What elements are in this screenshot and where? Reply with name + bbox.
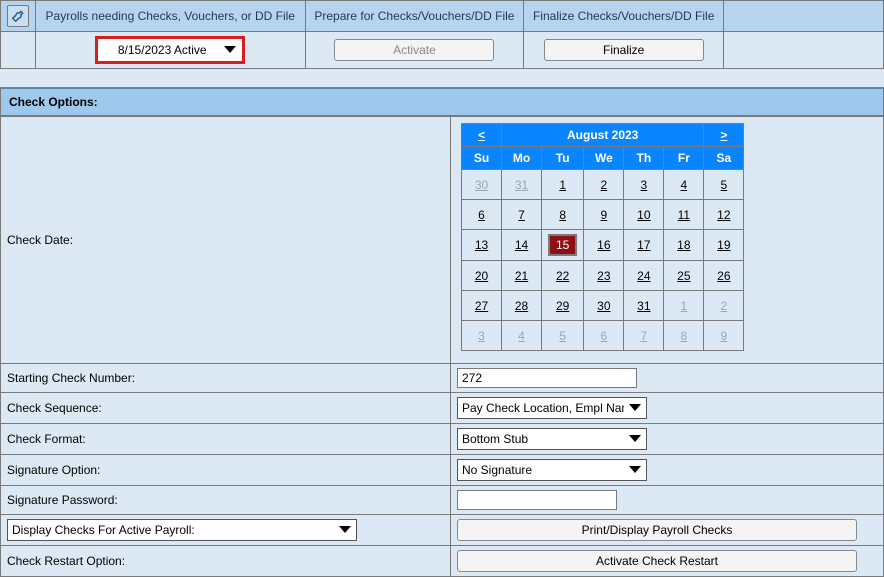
activate-button: Activate — [334, 39, 494, 61]
calendar-day[interactable]: 19 — [704, 230, 744, 261]
calendar-day[interactable]: 30 — [584, 291, 624, 321]
calendar-day[interactable]: 7 — [502, 200, 542, 230]
calendar-day[interactable]: 24 — [624, 261, 664, 291]
check-sequence-label: Check Sequence: — [1, 393, 451, 424]
finalize-button[interactable]: Finalize — [544, 39, 704, 61]
calendar-day[interactable]: 26 — [704, 261, 744, 291]
wrench-icon[interactable] — [7, 5, 29, 27]
calendar-day[interactable]: 5 — [542, 321, 584, 351]
check-date-label: Check Date: — [1, 117, 451, 364]
check-format-label: Check Format: — [1, 424, 451, 455]
calendar-day[interactable]: 13 — [462, 230, 502, 261]
calendar-day[interactable]: 8 — [542, 200, 584, 230]
calendar-day[interactable]: 4 — [502, 321, 542, 351]
check-format-select[interactable]: Bottom Stub — [457, 428, 647, 450]
calendar-day[interactable]: 1 — [542, 170, 584, 200]
calendar-dow: Tu — [542, 147, 584, 170]
calendar-day[interactable]: 12 — [704, 200, 744, 230]
calendar-prev[interactable]: < — [462, 124, 502, 147]
header-col-blank — [724, 1, 884, 32]
calendar-day[interactable]: 27 — [462, 291, 502, 321]
calendar-dow: We — [584, 147, 624, 170]
calendar-day[interactable]: 11 — [664, 200, 704, 230]
calendar-day[interactable]: 18 — [664, 230, 704, 261]
calendar-day[interactable]: 21 — [502, 261, 542, 291]
calendar-day[interactable]: 6 — [584, 321, 624, 351]
calendar-day[interactable]: 4 — [664, 170, 704, 200]
calendar-day[interactable]: 9 — [704, 321, 744, 351]
signature-password-input[interactable] — [457, 490, 617, 510]
payroll-select-highlight: 8/15/2023 Active — [95, 36, 245, 64]
calendar-day[interactable]: 14 — [502, 230, 542, 261]
calendar-day[interactable]: 28 — [502, 291, 542, 321]
calendar-day[interactable]: 31 — [624, 291, 664, 321]
calendar-day[interactable]: 29 — [542, 291, 584, 321]
calendar-day[interactable]: 2 — [584, 170, 624, 200]
header-col-payrolls: Payrolls needing Checks, Vouchers, or DD… — [36, 1, 306, 32]
calendar-dow: Mo — [502, 147, 542, 170]
signature-option-select[interactable]: No Signature — [457, 459, 647, 481]
check-options-header: Check Options: — [0, 87, 884, 116]
calendar-day[interactable]: 6 — [462, 200, 502, 230]
payroll-select[interactable]: 8/15/2023 Active — [100, 41, 240, 59]
calendar-day[interactable]: 7 — [624, 321, 664, 351]
calendar-day[interactable]: 30 — [462, 170, 502, 200]
starting-check-number-label: Starting Check Number: — [1, 364, 451, 393]
actions-blank-left — [1, 32, 36, 69]
calendar-day[interactable]: 17 — [624, 230, 664, 261]
calendar-day[interactable]: 22 — [542, 261, 584, 291]
calendar-title: August 2023 — [502, 124, 704, 147]
calendar-day[interactable]: 16 — [584, 230, 624, 261]
actions-blank-right — [724, 32, 884, 69]
calendar-dow: Su — [462, 147, 502, 170]
header-col-prepare: Prepare for Checks/Vouchers/DD File — [305, 1, 524, 32]
calendar-day[interactable]: 9 — [584, 200, 624, 230]
calendar-day[interactable]: 8 — [664, 321, 704, 351]
calendar-day[interactable]: 20 — [462, 261, 502, 291]
calendar-dow: Th — [624, 147, 664, 170]
calendar-day[interactable]: 15 — [542, 230, 584, 261]
calendar-day[interactable]: 3 — [462, 321, 502, 351]
print-display-payroll-checks-button[interactable]: Print/Display Payroll Checks — [457, 519, 857, 541]
calendar-dow: Fr — [664, 147, 704, 170]
starting-check-number-input[interactable] — [457, 368, 637, 388]
check-sequence-select[interactable]: Pay Check Location, Empl Name — [457, 397, 647, 419]
calendar-day[interactable]: 31 — [502, 170, 542, 200]
calendar-day[interactable]: 25 — [664, 261, 704, 291]
calendar-day[interactable]: 23 — [584, 261, 624, 291]
calendar-day[interactable]: 1 — [664, 291, 704, 321]
calendar-dow: Sa — [704, 147, 744, 170]
calendar-day[interactable]: 2 — [704, 291, 744, 321]
calendar-day[interactable]: 3 — [624, 170, 664, 200]
calendar-day[interactable]: 10 — [624, 200, 664, 230]
activate-check-restart-button[interactable]: Activate Check Restart — [457, 550, 857, 572]
signature-option-label: Signature Option: — [1, 455, 451, 486]
signature-password-label: Signature Password: — [1, 486, 451, 515]
check-restart-label: Check Restart Option: — [1, 546, 451, 577]
calendar: <August 2023>SuMoTuWeThFrSa3031123456789… — [457, 121, 877, 359]
calendar-day[interactable]: 5 — [704, 170, 744, 200]
wrench-cell — [1, 1, 36, 32]
header-col-finalize: Finalize Checks/Vouchers/DD File — [524, 1, 724, 32]
display-checks-select[interactable]: Display Checks For Active Payroll: — [7, 519, 357, 541]
calendar-next[interactable]: > — [704, 124, 744, 147]
